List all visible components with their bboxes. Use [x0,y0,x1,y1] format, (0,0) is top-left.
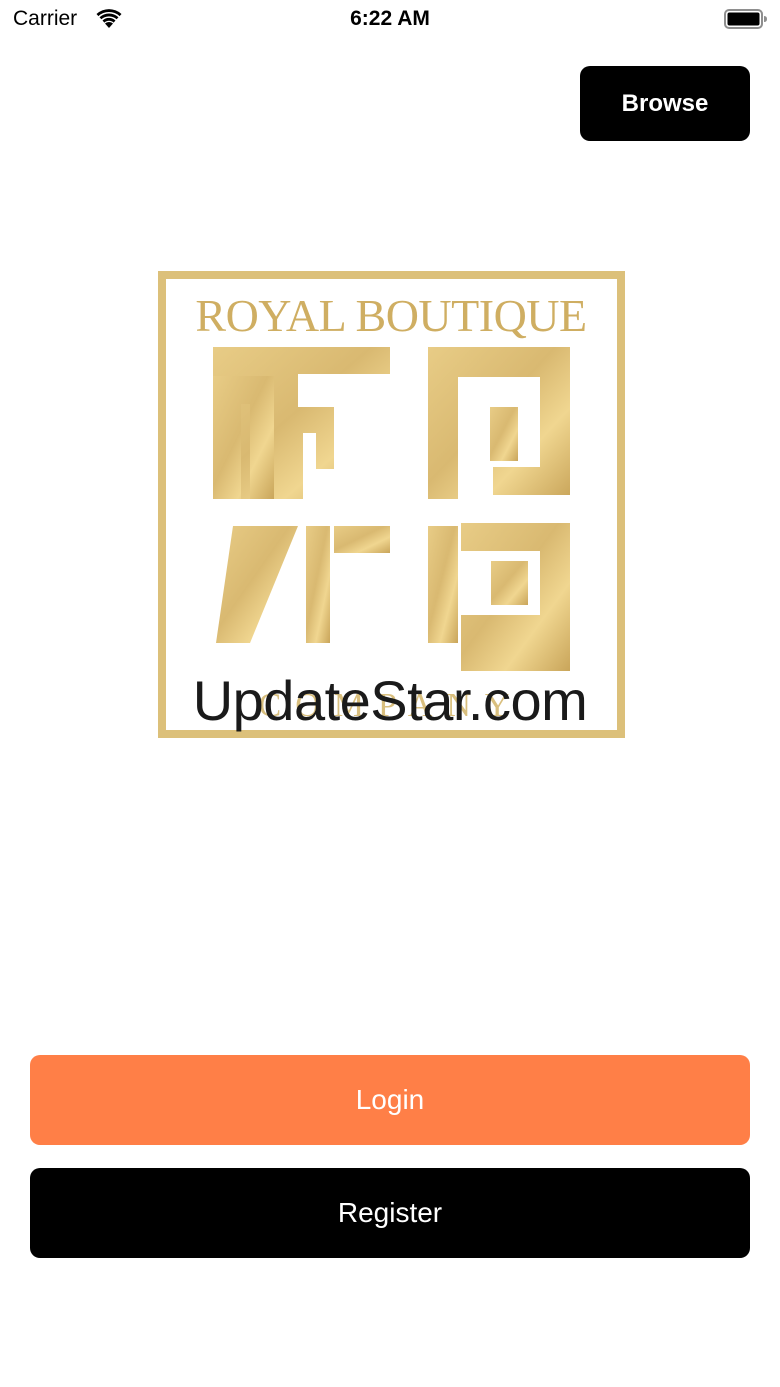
status-time: 6:22 AM [350,7,430,30]
login-button[interactable]: Login [30,1055,750,1145]
battery-icon [724,9,768,29]
register-button[interactable]: Register [30,1168,750,1258]
svg-text:ROYAL BOUTIQUE: ROYAL BOUTIQUE [195,290,586,341]
status-bar: Carrier 6:22 AM [0,0,780,40]
watermark-text: UpdateStar.com [192,669,588,732]
browse-button[interactable]: Browse [580,66,750,141]
